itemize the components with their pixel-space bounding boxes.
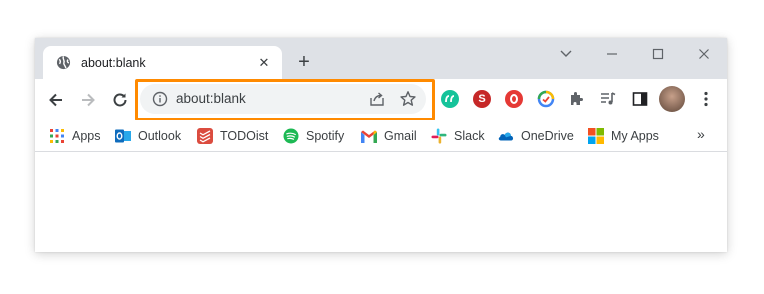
arrow-right-icon [82,93,95,107]
spotify-icon [283,128,299,144]
minimize-button[interactable] [589,42,635,66]
minimize-icon [607,53,617,55]
bookmark-onedrive[interactable]: OneDrive [498,127,574,145]
bookmarks-overflow-button[interactable]: » [697,126,705,142]
toolbar: about:blank S [35,79,727,121]
address-bar[interactable]: about:blank [140,84,426,114]
bookmark-gmail[interactable]: Gmail [361,127,417,145]
bookmark-label: Spotify [306,129,345,143]
bookmarks-bar: Apps Outlook TODOist Spotify Gmail Slack… [35,120,727,152]
bookmark-label: Slack [454,129,485,143]
apps-grid-icon [49,128,65,144]
globe-icon [55,55,71,71]
bookmark-apps[interactable]: Apps [49,127,101,145]
bookmark-todoist[interactable]: TODOist [197,127,268,145]
gmail-icon [361,128,377,144]
share-icon[interactable] [368,90,386,108]
microsoft-icon [588,128,604,144]
tab-close-icon[interactable]: ✕ [254,53,274,73]
google-one-icon[interactable] [535,88,557,110]
back-button[interactable] [43,87,69,113]
chevron-down-icon [560,50,572,57]
onedrive-icon [498,128,514,144]
page-content-area [35,153,727,252]
browser-window: about:blank ✕ + about:blank S Apps Outlo… [35,38,727,252]
puzzle-extensions-icon[interactable] [565,88,587,110]
bookmark-label: Gmail [384,129,417,143]
star-icon[interactable] [398,89,418,109]
seo-extension-icon[interactable]: S [471,88,493,110]
bookmark-spotify[interactable]: Spotify [283,127,344,145]
bookmark-label: Outlook [138,129,182,143]
tab-search-button[interactable] [543,42,589,66]
bookmark-label: Apps [72,129,101,143]
url-text[interactable]: about:blank [176,91,246,106]
tab-strip: about:blank ✕ + [35,38,727,79]
tab-about-blank[interactable]: about:blank ✕ [43,46,282,79]
info-icon[interactable] [152,91,168,107]
reload-button[interactable] [107,87,133,113]
bookmark-label: My Apps [611,129,659,143]
opera-vpn-icon[interactable] [503,88,525,110]
profile-avatar[interactable] [659,86,685,112]
forward-button[interactable] [75,87,101,113]
todoist-icon [197,128,213,144]
media-controls-icon[interactable] [597,88,619,110]
bookmark-slack[interactable]: Slack [431,127,485,145]
close-window-button[interactable] [681,42,727,66]
bookmark-label: TODOist [220,129,269,143]
outlook-icon [115,128,131,144]
side-panel-icon[interactable] [629,88,651,110]
bookmark-my-apps[interactable]: My Apps [588,127,659,145]
bookmark-label: OneDrive [521,129,574,143]
arrow-left-icon [49,93,62,107]
menu-kebab-icon[interactable] [695,88,717,110]
new-tab-button[interactable]: + [293,51,315,73]
maximize-button[interactable] [635,42,681,66]
grammarly-icon[interactable] [439,88,461,110]
bookmark-outlook[interactable]: Outlook [115,127,181,145]
tab-title: about:blank [81,55,146,70]
slack-icon [431,128,447,144]
close-icon [699,49,709,59]
reload-icon [113,93,127,107]
maximize-icon [652,48,664,60]
